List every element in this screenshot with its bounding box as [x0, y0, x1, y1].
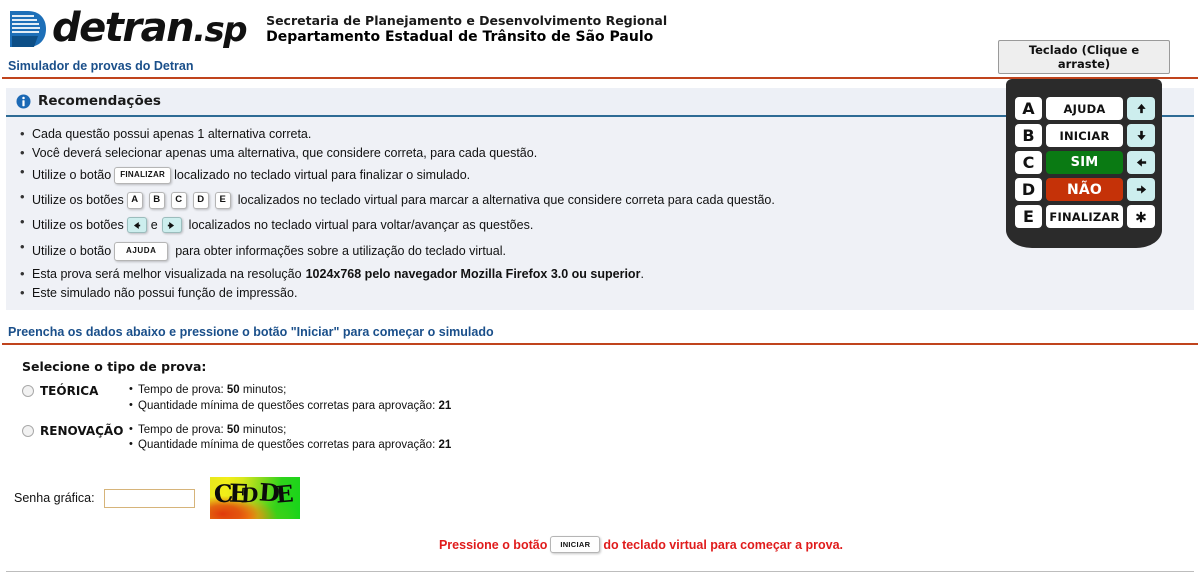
- captcha-image: C E D D E: [209, 477, 300, 520]
- exam-option-renovacao-control[interactable]: RENOVAÇÃO: [22, 423, 125, 438]
- keyboard-row-d: D NÃO: [1015, 178, 1155, 201]
- keyboard-row-e: E FINALIZAR: [1015, 205, 1155, 228]
- key-d[interactable]: D: [1015, 178, 1042, 201]
- rec-item-3-pre: Utilize os botões: [32, 192, 124, 207]
- teorica-min-value: 21: [438, 399, 452, 412]
- rec-item-2-post: localizado no teclado virtual para final…: [174, 167, 471, 182]
- key-iniciar[interactable]: INICIAR: [1046, 124, 1123, 147]
- exam-option-renovacao-details: Tempo de prova: 50 minutos; Quantidade m…: [125, 422, 452, 453]
- rec-item-4-pre: Utilize os botões: [32, 217, 124, 232]
- captcha-label: Senha gráfica:: [14, 491, 95, 506]
- inline-key-e[interactable]: E: [214, 191, 231, 209]
- rec-item-2-pre: Utilize o botão: [32, 167, 112, 182]
- renovacao-time-pre: Tempo de prova:: [138, 423, 227, 436]
- captcha-char-3: D: [239, 482, 259, 508]
- rec-item-3-post: localizados no teclado virtual para marc…: [237, 192, 775, 207]
- inline-key-a[interactable]: A: [126, 191, 143, 209]
- list-item: Este simulado não possui função de impre…: [6, 284, 1194, 303]
- rec-item-6-bold: 1024x768 pelo navegador Mozilla Firefox …: [305, 266, 641, 281]
- keyboard-row-b: B INICIAR: [1015, 124, 1155, 147]
- teorica-time-post: minutos;: [239, 384, 287, 397]
- rec-item-0-text: Cada questão possui apenas 1 alternativa…: [32, 127, 312, 141]
- inline-right-arrow-icon[interactable]: [161, 217, 182, 234]
- inline-iniciar-key[interactable]: INICIAR: [550, 536, 601, 554]
- exam-option-renovacao-label: RENOVAÇÃO: [40, 423, 124, 438]
- radio-renovacao[interactable]: [22, 424, 34, 437]
- rec-item-4-post: localizados no teclado virtual para volt…: [188, 217, 534, 232]
- inline-key-c[interactable]: C: [170, 191, 187, 209]
- logo-wordmark: detran.sp: [52, 5, 248, 51]
- inline-key-b[interactable]: B: [148, 191, 165, 209]
- keyboard-row-a: A AJUDA: [1015, 97, 1155, 120]
- teorica-time-pre: Tempo de prova:: [138, 384, 227, 397]
- key-nao[interactable]: NÃO: [1046, 178, 1123, 201]
- virtual-keyboard-drag-handle[interactable]: Teclado (Clique e arraste): [998, 40, 1170, 74]
- captcha-input[interactable]: [103, 488, 195, 508]
- rec-item-6-tail: .: [640, 266, 644, 281]
- key-a[interactable]: A: [1015, 97, 1042, 120]
- key-left-arrow-icon[interactable]: [1127, 151, 1155, 174]
- header-agency-text: Secretaria de Planejamento e Desenvolvim…: [266, 13, 667, 46]
- inline-key-d[interactable]: D: [192, 191, 209, 209]
- renovacao-time-value: 50: [226, 423, 240, 436]
- teorica-min-pre: Quantidade mínima de questões corretas p…: [138, 399, 439, 412]
- key-finalizar[interactable]: FINALIZAR: [1046, 205, 1123, 228]
- renovacao-min-pre: Quantidade mínima de questões corretas p…: [138, 438, 439, 451]
- rec-item-6-pre: Esta prova será melhor visualizada na re…: [32, 266, 302, 281]
- header-secretaria-line: Secretaria de Planejamento e Desenvolvim…: [266, 13, 668, 28]
- key-e[interactable]: E: [1015, 205, 1042, 228]
- start-instruction-pre: Pressione o botão: [438, 537, 548, 552]
- exam-option-teorica-label: TEÓRICA: [40, 384, 99, 399]
- rec-item-7-text: Este simulado não possui função de impre…: [32, 285, 298, 300]
- exam-option-renovacao[interactable]: RENOVAÇÃO Tempo de prova: 50 minutos; Qu…: [22, 422, 1200, 453]
- renovacao-min-detail: Quantidade mínima de questões corretas p…: [129, 437, 452, 453]
- info-circle-icon: [16, 94, 31, 109]
- renovacao-time-post: minutos;: [239, 423, 287, 436]
- detran-logo[interactable]: detran.sp: [4, 5, 248, 52]
- captcha-char-5: E: [274, 480, 295, 509]
- key-right-arrow-icon[interactable]: [1127, 178, 1155, 201]
- logo-word-main: detran: [52, 5, 195, 51]
- inline-finalizar-key[interactable]: FINALIZAR: [114, 166, 172, 184]
- form-section: Preencha os dados abaixo e pressione o b…: [0, 321, 1200, 554]
- teorica-time-value: 50: [226, 384, 240, 397]
- renovacao-time-detail: Tempo de prova: 50 minutos;: [129, 422, 451, 438]
- list-item: Esta prova será melhor visualizada na re…: [6, 265, 1194, 284]
- start-instruction: Pressione o botão INICIAR do teclado vir…: [22, 536, 1200, 554]
- rec-item-4-conj: e: [150, 217, 158, 232]
- detran-d-mark-icon: [4, 8, 50, 50]
- key-ajuda[interactable]: AJUDA: [1046, 97, 1123, 120]
- renovacao-min-value: 21: [438, 438, 452, 451]
- radio-teorica[interactable]: [22, 385, 34, 398]
- key-b[interactable]: B: [1015, 124, 1042, 147]
- key-up-arrow-icon[interactable]: [1127, 97, 1155, 120]
- exam-option-teorica[interactable]: TEÓRICA Tempo de prova: 50 minutos; Quan…: [22, 382, 1200, 414]
- form-body: Selecione o tipo de prova: TEÓRICA Tempo…: [0, 345, 1200, 554]
- key-c[interactable]: C: [1015, 151, 1042, 174]
- keyboard-row-c: C SIM: [1015, 151, 1155, 174]
- inline-ajuda-key[interactable]: AJUDA: [114, 241, 169, 261]
- header-departamento-line: Departamento Estadual de Trânsito de São…: [266, 28, 654, 45]
- recommendations-title: Recomendações: [38, 93, 161, 109]
- exam-option-teorica-details: Tempo de prova: 50 minutos; Quantidade m…: [125, 382, 452, 414]
- rec-item-5-pre: Utilize o botão: [32, 243, 112, 258]
- footer-text: Detran.SP – Departamento estadual de Trâ…: [0, 572, 1200, 578]
- select-exam-type-label: Selecione o tipo de prova:: [22, 359, 207, 375]
- start-instruction-post: do teclado virtual para começar a prova.: [603, 537, 844, 552]
- rec-item-1-text: Você deverá selecionar apenas uma altern…: [32, 145, 538, 160]
- rec-item-5-post: para obter informações sobre a utilizaçã…: [175, 243, 506, 258]
- teorica-time-detail: Tempo de prova: 50 minutos;: [129, 382, 451, 398]
- page-root: detran.sp Secretaria de Planejamento e D…: [0, 0, 1200, 578]
- key-sim[interactable]: SIM: [1046, 151, 1123, 174]
- captcha-row: Senha gráfica: C E D D E: [14, 477, 1200, 520]
- logo-word-suffix: .sp: [193, 10, 248, 50]
- teorica-min-detail: Quantidade mínima de questões corretas p…: [129, 398, 452, 414]
- key-down-arrow-icon[interactable]: [1127, 124, 1155, 147]
- virtual-keyboard-body: A AJUDA B INICIAR C SIM D NÃO E FINALIZA…: [1006, 79, 1162, 248]
- exam-option-teorica-control[interactable]: TEÓRICA: [22, 383, 125, 398]
- virtual-keyboard[interactable]: Teclado (Clique e arraste) A AJUDA B INI…: [996, 40, 1172, 248]
- inline-left-arrow-icon[interactable]: [126, 217, 147, 234]
- key-asterisk-icon[interactable]: [1127, 205, 1155, 228]
- form-section-title: Preencha os dados abaixo e pressione o b…: [2, 321, 1198, 346]
